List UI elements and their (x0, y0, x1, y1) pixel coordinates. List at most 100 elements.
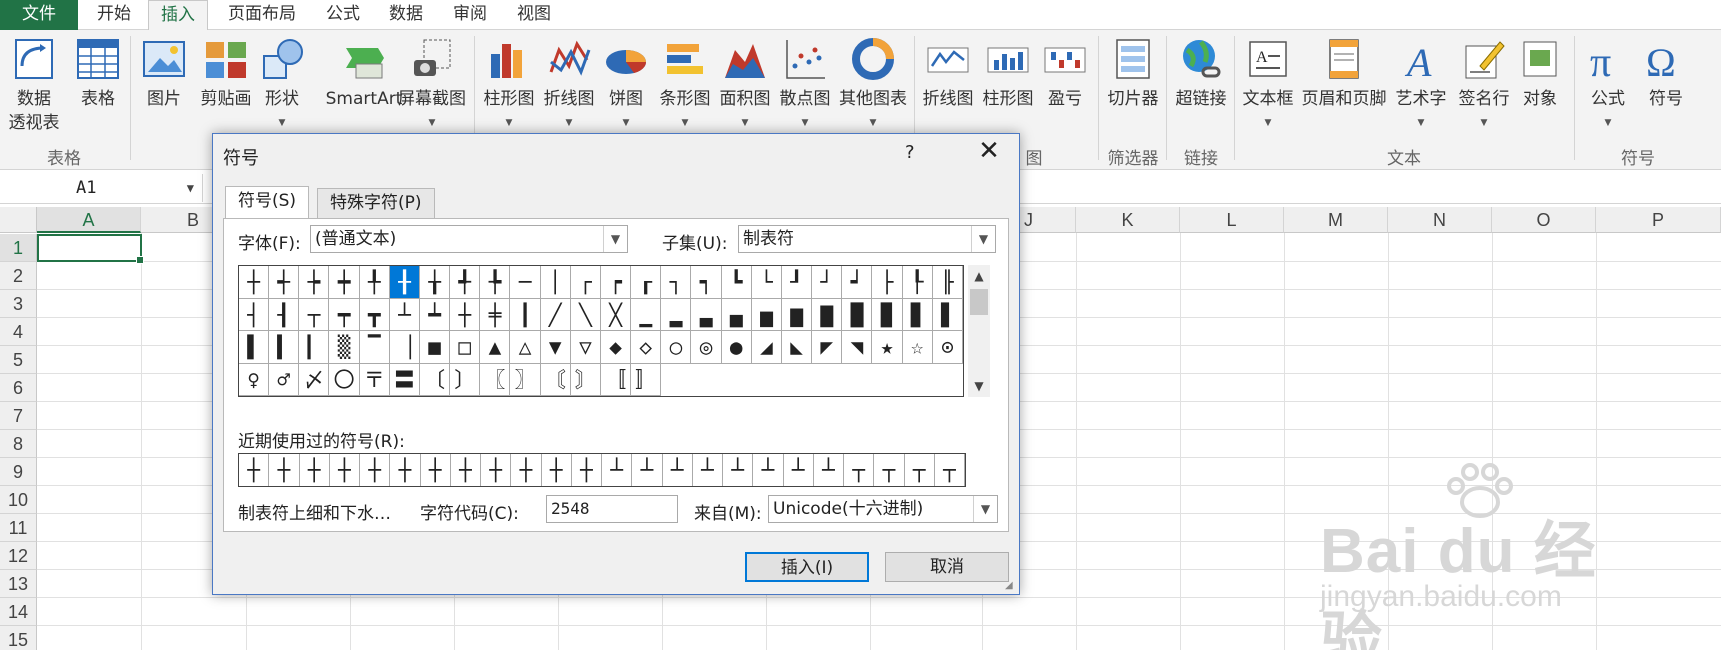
chevron-down-icon[interactable]: ▼ (971, 226, 995, 252)
pivot-table-button[interactable]: 数据 透视表 (0, 32, 68, 134)
symbol-cell[interactable]: 〚 (600, 363, 632, 396)
sparkline-column-button[interactable]: 柱形图 (978, 32, 1038, 134)
symbol-cell[interactable]: 〛 (631, 363, 662, 396)
symbol-cell[interactable]: ┼ (450, 298, 481, 331)
symbol-cell[interactable]: ┾ (299, 266, 330, 299)
symbol-cell[interactable]: ▲ (480, 331, 511, 364)
symbol-cell[interactable]: 〒 (359, 363, 390, 396)
screenshot-button[interactable]: 屏幕截图 ▼ (394, 32, 470, 134)
chevron-down-icon[interactable]: ▼ (973, 496, 997, 522)
slicer-button[interactable]: 切片器 (1102, 32, 1164, 134)
recent-symbol-cell[interactable]: ┼ (330, 454, 360, 486)
symbol-cell[interactable]: ╀ (359, 266, 390, 299)
tab-formulas[interactable]: 公式 (316, 0, 370, 30)
symbol-cell[interactable]: 〔 (419, 363, 451, 396)
symbol-cell[interactable]: ▆ (781, 298, 813, 331)
symbol-cell[interactable]: ■ (419, 331, 451, 364)
symbol-cell[interactable]: ┬ (299, 298, 330, 331)
symbol-cell[interactable]: ┙ (842, 266, 873, 299)
symbol-cell[interactable]: ┃ (510, 298, 541, 331)
symbol-cell[interactable]: ╄ (480, 266, 511, 299)
symbol-cell[interactable]: ▊ (902, 298, 933, 331)
symbol-cell[interactable]: ┎ (631, 266, 662, 299)
pie-chart-button[interactable]: 饼图 ▼ (600, 32, 652, 134)
symbol-cell[interactable]: 〕 (450, 363, 481, 396)
row-header[interactable]: 4 (0, 318, 37, 346)
row-header[interactable]: 13 (0, 570, 37, 598)
symbol-cell[interactable]: ╃ (450, 266, 481, 299)
column-chart-button[interactable]: 柱形图 ▼ (480, 32, 538, 134)
header-footer-button[interactable]: 页眉和页脚 (1298, 32, 1390, 134)
bar-chart-button[interactable]: 条形图 ▼ (656, 32, 714, 134)
symbol-cell[interactable]: ● (721, 331, 752, 364)
column-header-l[interactable]: L (1180, 207, 1284, 233)
sparkline-line-button[interactable]: 折线图 (918, 32, 978, 134)
active-cell-a1[interactable] (37, 234, 144, 264)
symbol-cell[interactable]: ╟ (932, 266, 963, 299)
select-all-corner[interactable] (0, 207, 37, 233)
symbol-cell[interactable]: █ (842, 298, 873, 331)
recent-symbol-cell[interactable]: ┼ (421, 454, 451, 486)
column-header-k[interactable]: K (1076, 207, 1180, 233)
tab-data[interactable]: 数据 (378, 0, 434, 30)
symbol-cell[interactable]: ⊙ (932, 331, 963, 364)
tab-page-layout[interactable]: 页面布局 (214, 0, 310, 30)
tab-view[interactable]: 视图 (506, 0, 562, 30)
from-select[interactable]: Unicode(十六进制) ▼ (768, 495, 998, 523)
row-header[interactable]: 2 (0, 262, 37, 290)
symbol-cell[interactable]: ▃ (691, 298, 722, 331)
tab-special-characters[interactable]: 特殊字符(P) (317, 188, 435, 218)
symbol-cell[interactable]: ▂ (661, 298, 692, 331)
symbol-cell[interactable]: ◎ (691, 331, 722, 364)
scroll-up-icon[interactable]: ▲ (968, 265, 990, 287)
symbol-cell[interactable]: ▒ (329, 331, 360, 364)
symbol-cell[interactable]: ◢ (751, 331, 782, 364)
symbol-cell[interactable]: ┚ (781, 266, 813, 299)
symbol-cell[interactable]: ╁ (419, 266, 451, 299)
row-header[interactable]: 11 (0, 514, 37, 542)
symbol-cell[interactable]: ├ (872, 266, 903, 299)
cancel-button[interactable]: 取消 (885, 552, 1009, 582)
symbol-cell[interactable]: ◆ (600, 331, 632, 364)
symbol-cell[interactable]: 〘 (540, 363, 571, 396)
recent-symbol-cell[interactable]: ┼ (481, 454, 512, 486)
symbol-cell[interactable]: ▽ (570, 331, 601, 364)
recent-symbol-cell[interactable]: ┼ (390, 454, 421, 486)
symbol-cell[interactable]: ▔ (359, 331, 390, 364)
symbol-cell[interactable]: ◤ (812, 331, 843, 364)
symbol-cell[interactable]: ▅ (751, 298, 782, 331)
symbol-cell[interactable]: 〆 (299, 363, 330, 396)
symbol-cell[interactable]: └ (751, 266, 782, 299)
signature-line-button[interactable]: 签名行 ▼ (1454, 32, 1514, 134)
area-chart-button[interactable]: 面积图 ▼ (716, 32, 774, 134)
symbol-cell[interactable]: ◥ (842, 331, 873, 364)
clipart-button[interactable]: 剪贴画 (194, 32, 258, 134)
recent-symbol-cell[interactable]: ┼ (542, 454, 572, 486)
symbol-cell[interactable]: □ (450, 331, 481, 364)
symbol-cell[interactable]: ▎ (299, 331, 330, 364)
row-header[interactable]: 10 (0, 486, 37, 514)
recent-symbol-cell[interactable]: ┴ (814, 454, 844, 486)
symbol-cell[interactable]: ♀ (239, 363, 270, 396)
symbol-cell[interactable]: ╱ (540, 298, 571, 331)
recent-symbol-cell[interactable]: ┴ (602, 454, 633, 486)
symbol-cell[interactable]: ╪ (480, 298, 511, 331)
tab-symbols[interactable]: 符号(S) (225, 186, 310, 219)
row-header[interactable]: 1 (0, 234, 37, 262)
symbol-cell[interactable]: ┨ (269, 298, 300, 331)
symbol-cell[interactable]: ☆ (902, 331, 933, 364)
scroll-thumb[interactable] (970, 289, 988, 315)
symbol-cell[interactable]: ▁ (631, 298, 662, 331)
symbol-cell[interactable]: ╳ (600, 298, 632, 331)
column-header-a[interactable]: A (37, 207, 141, 233)
font-select[interactable]: (普通文本) ▼ (310, 225, 628, 253)
row-header[interactable]: 6 (0, 374, 37, 402)
symbol-cell[interactable]: ┴ (389, 298, 420, 331)
symbol-cell[interactable]: ▉ (872, 298, 903, 331)
equation-button[interactable]: π 公式 ▼ (1580, 32, 1636, 134)
textbox-button[interactable]: A 文本框 ▼ (1238, 32, 1298, 134)
help-button[interactable]: ? (905, 142, 915, 163)
recent-symbol-cell[interactable]: ┬ (905, 454, 935, 486)
recent-symbol-cell[interactable]: ┴ (723, 454, 754, 486)
symbol-button[interactable]: Ω 符号 (1638, 32, 1694, 134)
